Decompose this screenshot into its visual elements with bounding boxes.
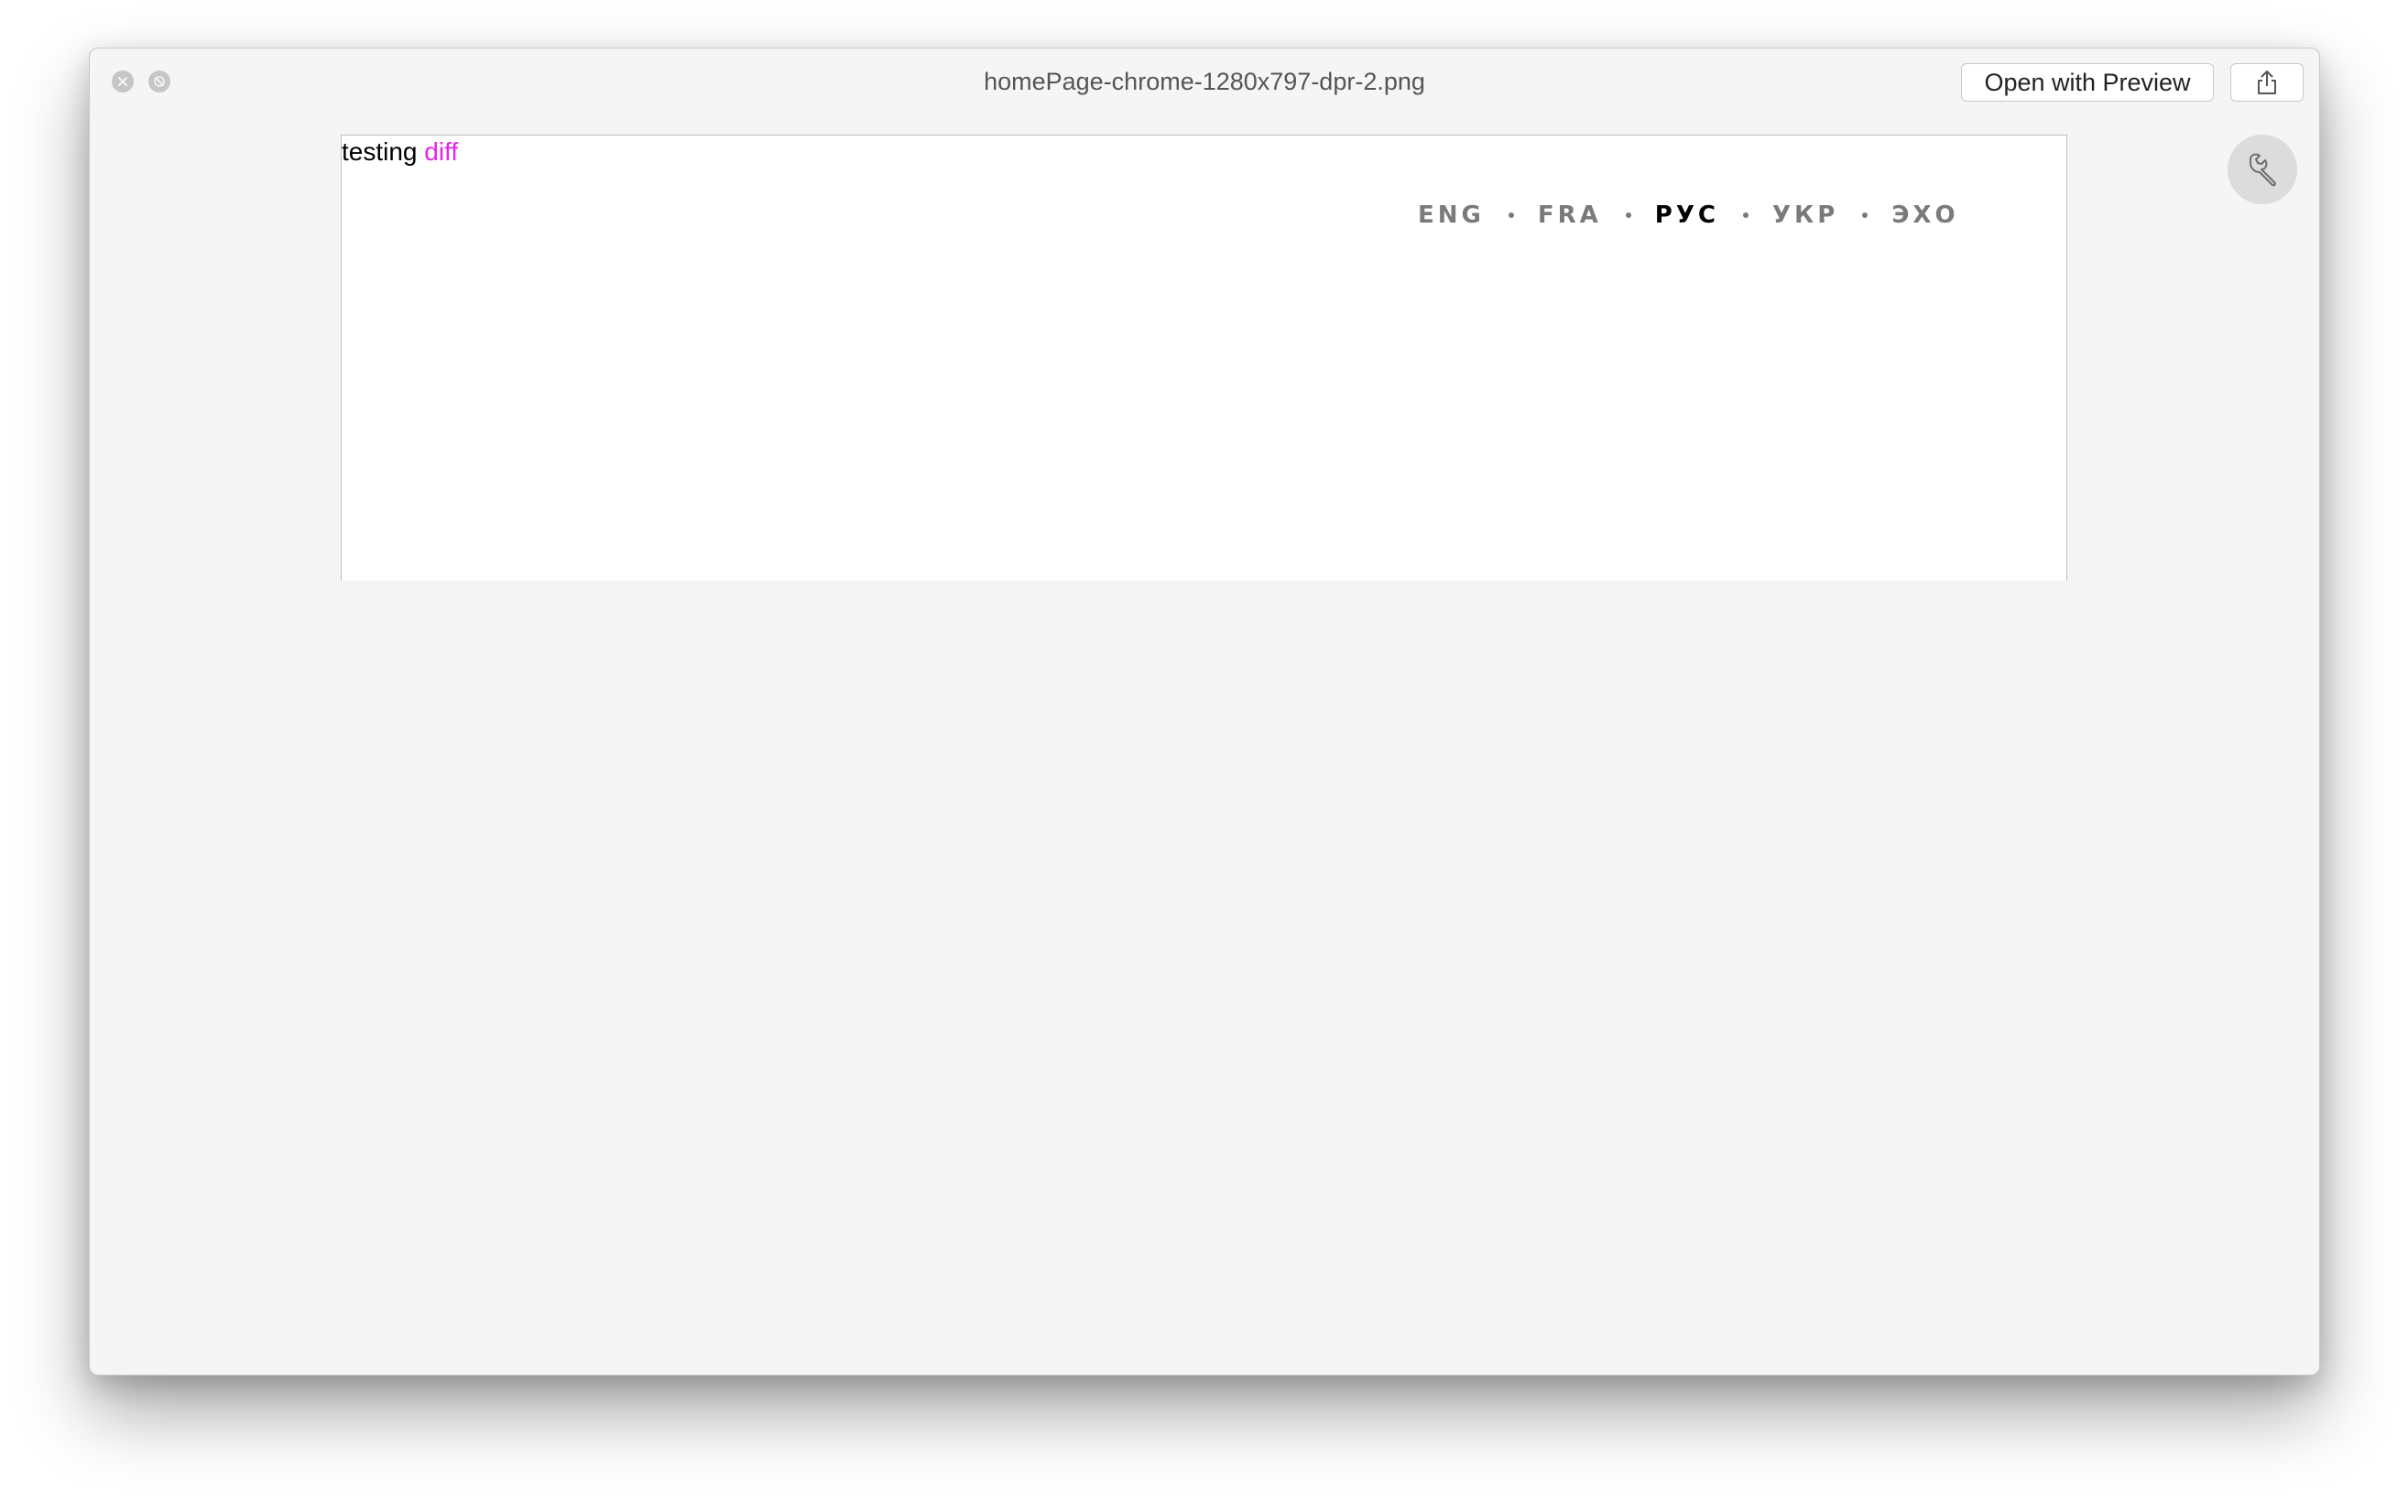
markup-tool-button[interactable]: [2228, 135, 2297, 204]
lang-separator-dot: [1742, 212, 1749, 218]
lang-separator-dot: [1625, 212, 1631, 218]
lang-separator-dot: [1862, 212, 1869, 218]
language-switcher: ENG FRA РУС УКР ЭХО: [1418, 201, 1959, 229]
lang-separator-dot: [1508, 212, 1514, 218]
lang-rus: РУС: [1654, 201, 1719, 229]
testing-text: testing: [342, 137, 418, 166]
title-bar: homePage-chrome-1280x797-dpr-2.png Open …: [90, 49, 2319, 114]
testing-diff-label: testing diff: [342, 136, 458, 169]
lang-eng: ENG: [1418, 201, 1485, 229]
quicklook-window: homePage-chrome-1280x797-dpr-2.png Open …: [89, 48, 2320, 1376]
diff-text: diff: [424, 137, 459, 166]
lang-ukr: УКР: [1771, 201, 1839, 229]
lang-fra: FRA: [1537, 201, 1602, 229]
share-icon: [2258, 71, 2276, 94]
wrench-icon: [2250, 153, 2276, 187]
lang-exo: ЭХО: [1891, 201, 1959, 229]
share-button[interactable]: [2230, 63, 2304, 102]
image-preview: testing diff ENG FRA РУС УКР ЭХО: [341, 135, 2067, 581]
open-with-preview-button[interactable]: Open with Preview: [1961, 63, 2214, 102]
